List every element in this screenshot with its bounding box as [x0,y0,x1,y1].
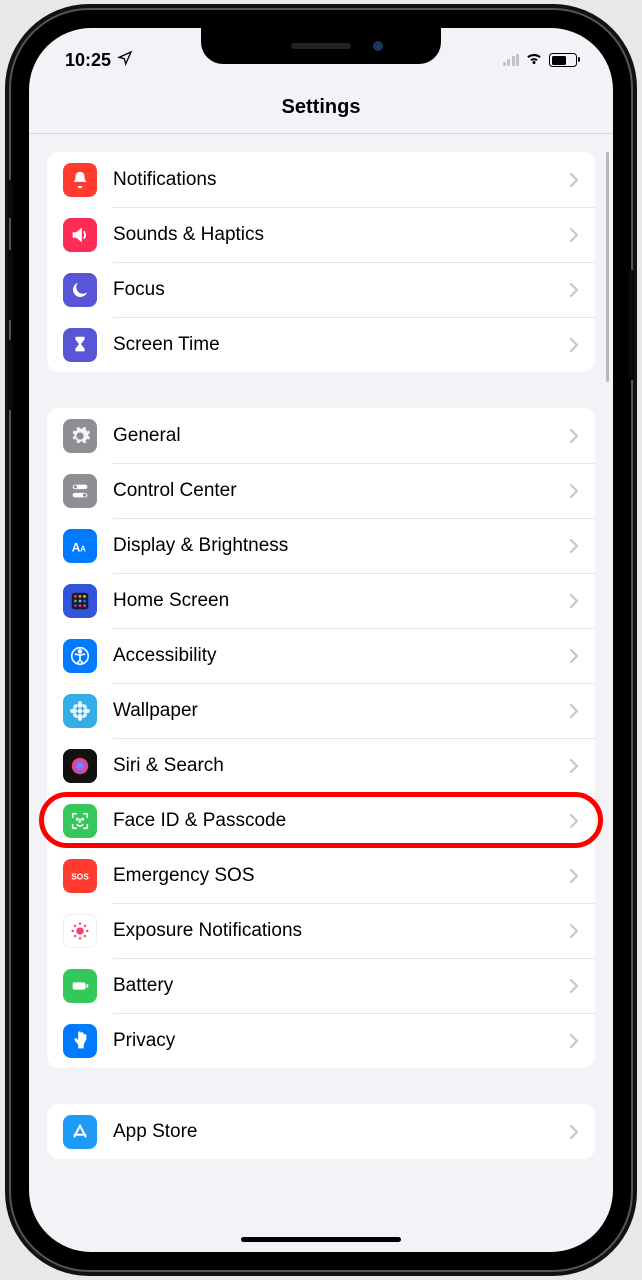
row-screen-time[interactable]: Screen Time [47,317,595,372]
exposure-notifications-icon [63,914,97,948]
row-privacy[interactable]: Privacy [47,1013,595,1068]
cellular-icon [503,54,520,66]
chevron-right-icon [569,1124,579,1140]
home-indicator[interactable] [241,1237,401,1242]
row-siri-search[interactable]: Siri & Search [47,738,595,793]
status-right [503,49,578,72]
speaker [291,43,351,49]
row-label: Focus [113,279,569,301]
row-label: App Store [113,1121,569,1143]
location-icon [117,50,133,71]
row-label: Home Screen [113,590,569,612]
emergency-sos-icon: SOS [63,859,97,893]
chevron-right-icon [569,172,579,188]
front-camera [373,41,383,51]
chevron-right-icon [569,428,579,444]
chevron-right-icon [569,758,579,774]
row-label: Screen Time [113,334,569,356]
row-battery[interactable]: Battery [47,958,595,1013]
row-label: Wallpaper [113,700,569,722]
siri-search-icon [63,749,97,783]
chevron-right-icon [569,337,579,353]
row-exposure-notifications[interactable]: Exposure Notifications [47,903,595,958]
focus-icon [63,273,97,307]
settings-group-2: General Control Center AA Display & Brightn… [47,408,595,1068]
wallpaper-icon [63,694,97,728]
notch [201,28,441,64]
chevron-right-icon [569,593,579,609]
battery-icon [63,969,97,1003]
power-button [629,270,634,380]
row-app-store[interactable]: App Store [47,1104,595,1159]
row-home-screen[interactable]: Home Screen [47,573,595,628]
row-label: Privacy [113,1030,569,1052]
page-title: Settings [29,96,613,119]
mute-switch [8,180,13,218]
face-id-passcode-icon [63,804,97,838]
chevron-right-icon [569,703,579,719]
chevron-right-icon [569,483,579,499]
control-center-icon [63,474,97,508]
status-left: 10:25 [65,50,133,71]
row-label: Battery [113,975,569,997]
chevron-right-icon [569,1033,579,1049]
row-accessibility[interactable]: Accessibility [47,628,595,683]
row-notifications[interactable]: Notifications [47,152,595,207]
chevron-right-icon [569,923,579,939]
settings-group-3: App Store [47,1104,595,1159]
chevron-right-icon [569,813,579,829]
row-label: Exposure Notifications [113,920,569,942]
row-label: Notifications [113,169,569,191]
wifi-icon [525,49,543,72]
notifications-icon [63,163,97,197]
battery-icon [549,53,577,67]
display-brightness-icon: AA [63,529,97,563]
row-face-id-passcode[interactable]: Face ID & Passcode [47,793,595,848]
accessibility-icon [63,639,97,673]
row-label: Sounds & Haptics [113,224,569,246]
scroll-indicator [606,152,609,382]
screen: 10:25 Settings Notifications Sounds & Hap… [29,28,613,1252]
settings-list[interactable]: Notifications Sounds & Haptics Focus Screen… [29,134,613,1251]
chevron-right-icon [569,868,579,884]
row-focus[interactable]: Focus [47,262,595,317]
chevron-right-icon [569,227,579,243]
nav-header: Settings [29,78,613,134]
row-emergency-sos[interactable]: SOS Emergency SOS [47,848,595,903]
row-label: Display & Brightness [113,535,569,557]
svg-text:SOS: SOS [71,872,89,881]
row-label: General [113,425,569,447]
settings-group-1: Notifications Sounds & Haptics Focus Screen… [47,152,595,372]
chevron-right-icon [569,282,579,298]
status-time: 10:25 [65,50,111,71]
volume-down-button [8,340,13,410]
chevron-right-icon [569,648,579,664]
chevron-right-icon [569,978,579,994]
row-label: Emergency SOS [113,865,569,887]
general-icon [63,419,97,453]
sounds-haptics-icon [63,218,97,252]
device-frame: 10:25 Settings Notifications Sounds & Hap… [11,10,631,1270]
app-store-icon [63,1115,97,1149]
row-label: Siri & Search [113,755,569,777]
svg-text:A: A [80,544,86,553]
row-general[interactable]: General [47,408,595,463]
row-sounds-haptics[interactable]: Sounds & Haptics [47,207,595,262]
home-screen-icon [63,584,97,618]
privacy-icon [63,1024,97,1058]
row-label: Accessibility [113,645,569,667]
row-label: Control Center [113,480,569,502]
screen-time-icon [63,328,97,362]
row-control-center[interactable]: Control Center [47,463,595,518]
row-wallpaper[interactable]: Wallpaper [47,683,595,738]
chevron-right-icon [569,538,579,554]
volume-up-button [8,250,13,320]
row-label: Face ID & Passcode [113,810,569,832]
row-display-brightness[interactable]: AA Display & Brightness [47,518,595,573]
